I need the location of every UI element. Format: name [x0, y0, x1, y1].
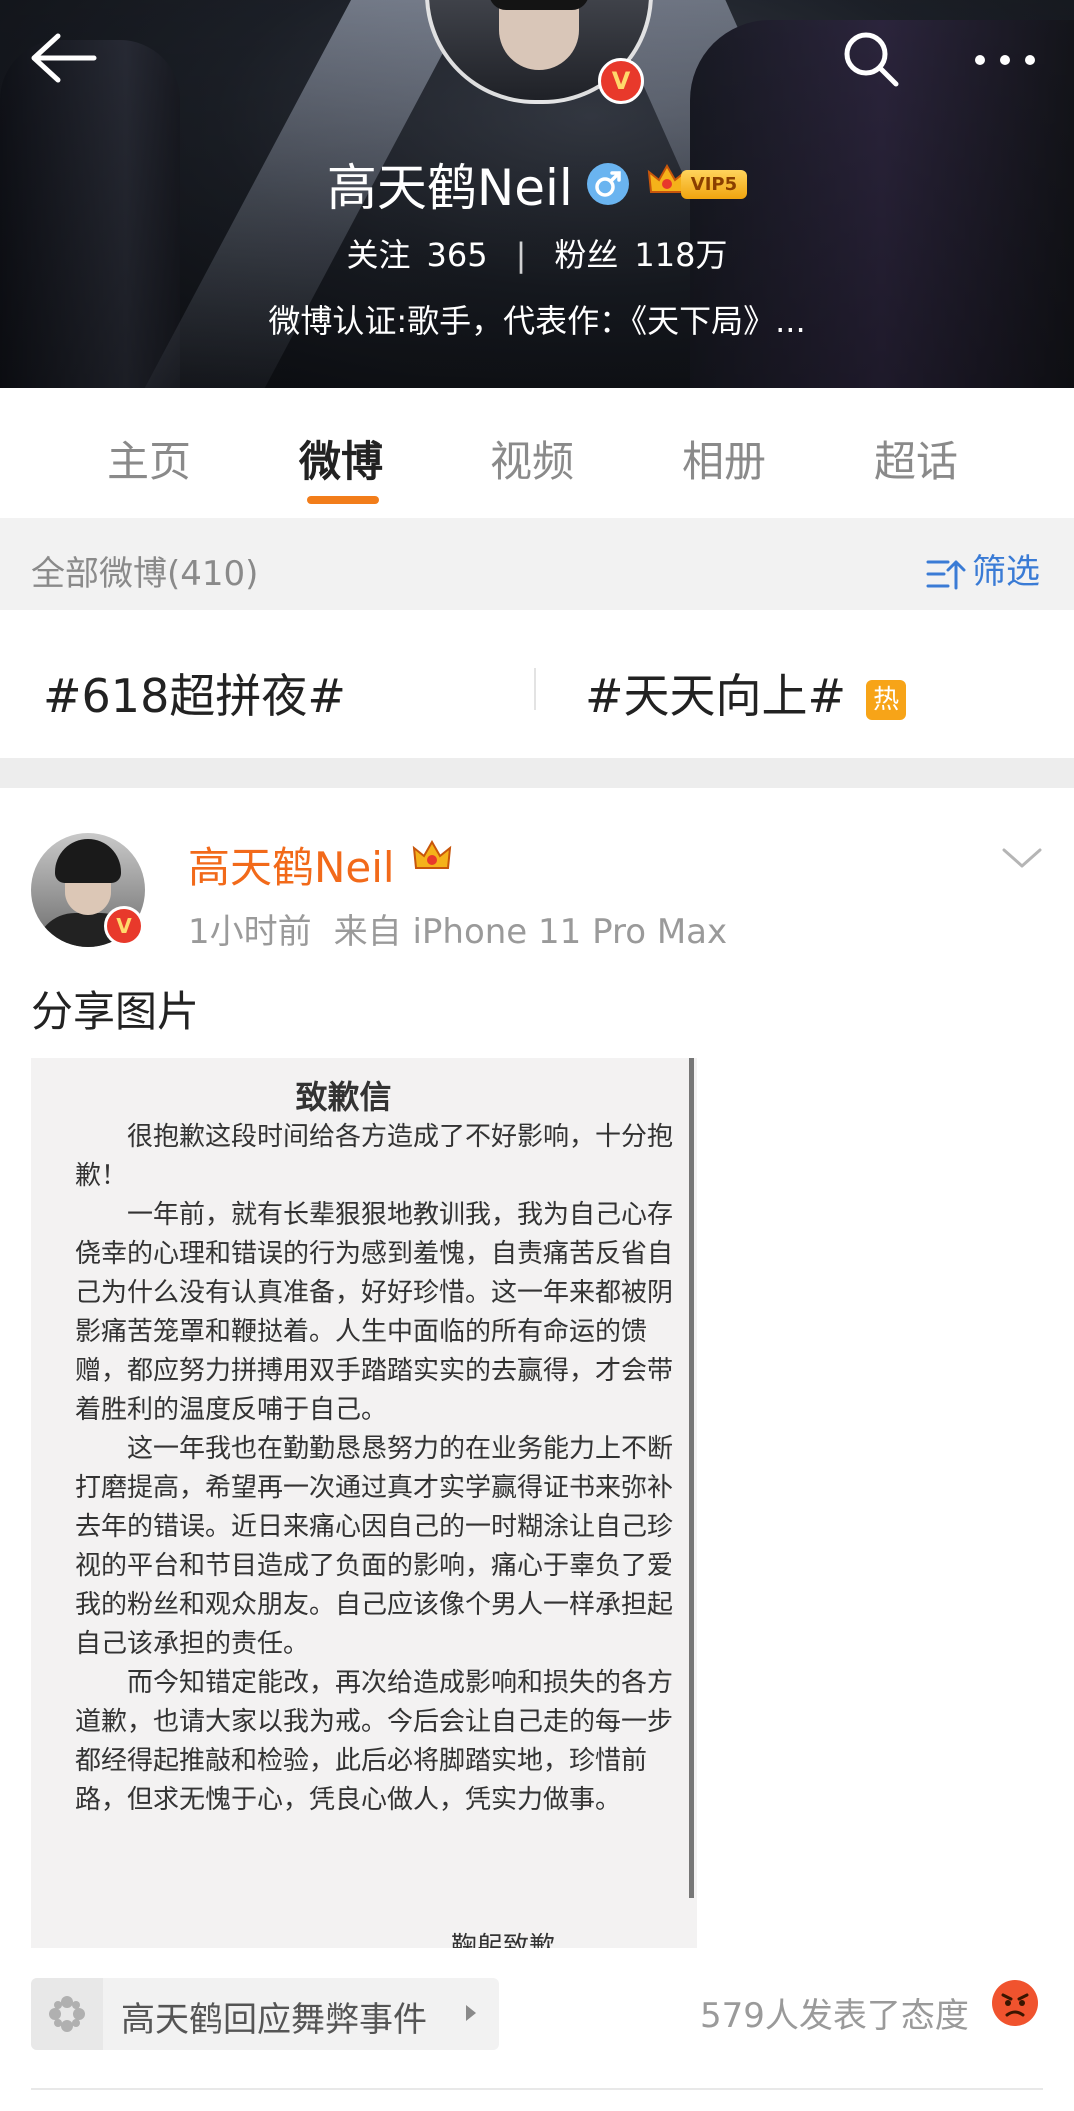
- post-text: 分享图片: [31, 987, 200, 1036]
- tab-album[interactable]: 相册: [682, 428, 766, 489]
- filter-bar: 全部微博(410) 筛选: [0, 518, 1074, 610]
- letter-signature: 鞠躬致歉: [451, 1932, 556, 1948]
- section-gap: [0, 758, 1074, 788]
- topic-divider: [534, 668, 536, 710]
- event-tag-label: 高天鹤回应舞弊事件: [121, 2000, 427, 2040]
- post-divider: [31, 2088, 1043, 2090]
- tab-super-topic[interactable]: 超话: [874, 428, 958, 489]
- post-meta: 1小时前 来自 iPhone 11 Pro Max: [188, 904, 727, 953]
- profile-stats: 关注 365 | 粉丝 118万: [0, 230, 1074, 276]
- letter-paragraph: 一年前，就有长辈狠狠地教训我，我为自己心存侥幸的心理和错误的行为感到羞愧，自责痛…: [75, 1200, 674, 1425]
- hot-badge: 热: [866, 679, 907, 720]
- post-image-apology-letter[interactable]: 致歉信 很抱歉这段时间给各方造成了不好影响，十分抱歉！ 一年前，就有长辈狠狠地教…: [31, 1058, 697, 1948]
- followers-label[interactable]: 粉丝: [554, 236, 618, 274]
- male-gender-icon: [586, 163, 629, 205]
- followers-count[interactable]: 118万: [634, 236, 727, 274]
- stats-separator: |: [515, 236, 527, 274]
- more-options-icon[interactable]: [970, 40, 1040, 80]
- paper-edge: [689, 1058, 694, 1898]
- tab-weibo[interactable]: 微博: [299, 428, 383, 489]
- topic-label: #天天向上#: [585, 669, 847, 723]
- profile-tabs: 主页 微博 视频 相册 超话: [0, 388, 1074, 518]
- letter-paragraph: 很抱歉这段时间给各方造成了不好影响，十分抱歉！: [75, 1122, 674, 1191]
- verified-badge: V: [598, 58, 644, 104]
- verification-text[interactable]: 微博认证:歌手，代表作：《天下局》...: [0, 296, 1074, 342]
- post-verified-badge: V: [104, 906, 144, 946]
- weibo-post: V 高天鹤Neil 1小时前 来自 iPhone 11 Pro Max 分享图片 …: [0, 788, 1074, 2111]
- letter-body: 很抱歉这段时间给各方造成了不好影响，十分抱歉！ 一年前，就有长辈狠狠地教训我，我…: [75, 1118, 685, 1820]
- angry-face-icon[interactable]: [990, 1978, 1040, 2032]
- profile-name-row: 高天鹤Neil VIP5: [0, 148, 1074, 220]
- profile-name: 高天鹤Neil: [326, 159, 573, 217]
- filter-label: 筛选: [972, 552, 1040, 592]
- filter-button[interactable]: 筛选: [926, 544, 1040, 593]
- topic-tiantianxiangshang[interactable]: #天天向上# 热: [585, 660, 907, 726]
- following-count[interactable]: 365: [427, 236, 488, 274]
- post-author-name[interactable]: 高天鹤Neil: [188, 834, 395, 895]
- back-arrow-icon[interactable]: [28, 28, 98, 88]
- post-source: 来自 iPhone 11 Pro Max: [333, 912, 728, 952]
- following-label[interactable]: 关注: [347, 236, 411, 274]
- all-posts-count[interactable]: 全部微博(410): [31, 546, 258, 595]
- topic-row: #618超拼夜# #天天向上# 热: [0, 610, 1074, 758]
- vip-crown-icon[interactable]: [412, 839, 452, 880]
- avatar-face: [499, 0, 579, 70]
- reactions-count[interactable]: 579人发表了态度: [700, 1988, 969, 2037]
- tab-home[interactable]: 主页: [107, 428, 191, 489]
- profile-banner: V 高天鹤Neil VIP5 关注 365 | 粉丝 118万 微博认证:歌手，代表作：《…: [0, 0, 1074, 388]
- avatar-hair: [55, 839, 121, 883]
- vip-level-tag[interactable]: VIP5: [680, 169, 748, 199]
- filter-icon: [926, 560, 966, 589]
- chevron-down-icon[interactable]: [1000, 844, 1044, 876]
- triangle-right-icon: [463, 2002, 479, 2028]
- topic-618[interactable]: #618超拼夜#: [43, 660, 346, 726]
- avatar-hair: [489, 0, 589, 10]
- search-icon[interactable]: [840, 28, 902, 90]
- letter-paragraph: 而今知错定能改，再次给造成影响和损失的各方道歉，也请大家以我为戒。今后会让自己走…: [75, 1668, 674, 1815]
- active-tab-indicator: [307, 496, 379, 504]
- pinwheel-icon: [31, 1978, 103, 2050]
- tab-video[interactable]: 视频: [490, 428, 574, 489]
- post-time: 1小时前: [188, 912, 312, 952]
- letter-title: 致歉信: [295, 1078, 392, 1116]
- event-tag-button[interactable]: 高天鹤回应舞弊事件: [31, 1978, 499, 2050]
- letter-paragraph: 这一年我也在勤勤恳恳努力的在业务能力上不断打磨提高，希望再一次通过真才实学赢得证…: [75, 1434, 674, 1659]
